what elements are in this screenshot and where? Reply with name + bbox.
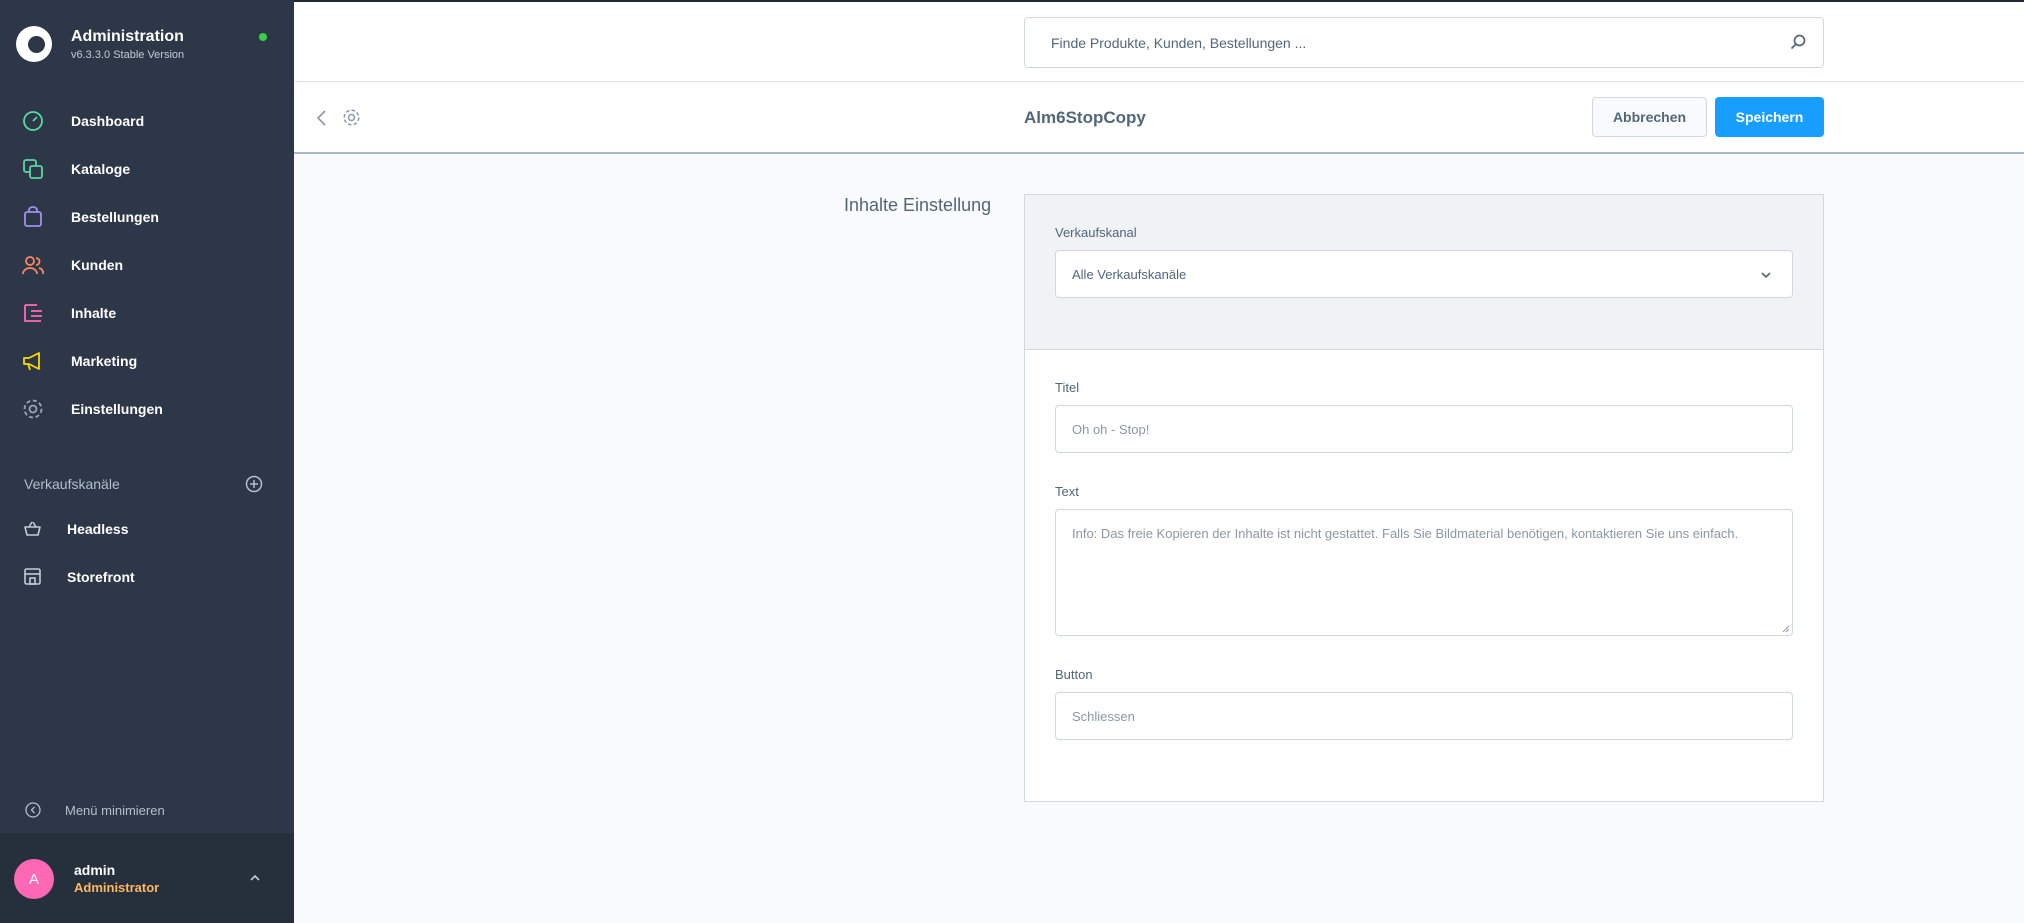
- resize-handle-icon[interactable]: [1782, 625, 1790, 633]
- text-field-label: Text: [1055, 484, 1079, 499]
- nav-item-dashboard[interactable]: Dashboard: [0, 97, 294, 145]
- save-button[interactable]: Speichern: [1715, 97, 1824, 137]
- customers-icon: [22, 256, 44, 275]
- user-name: admin: [74, 862, 116, 878]
- sales-channel-headless[interactable]: Headless: [0, 505, 294, 553]
- sales-channel-section: Verkaufskanal Alle Verkaufskanäle: [1025, 195, 1823, 350]
- nav-item-bestellungen[interactable]: Bestellungen: [0, 193, 294, 241]
- nav-item-inhalte[interactable]: Inhalte: [0, 289, 294, 337]
- chevron-down-icon: [1761, 272, 1771, 279]
- nav-item-marketing[interactable]: Marketing: [0, 337, 294, 385]
- button-text-field[interactable]: Schliessen: [1055, 692, 1793, 740]
- shopware-logo[interactable]: [16, 26, 52, 62]
- nav-label-marketing: Marketing: [71, 353, 138, 369]
- nav-label-bestellungen: Bestellungen: [71, 209, 159, 225]
- top-bar: Finde Produkte, Kunden, Bestellungen ...: [294, 0, 2024, 82]
- sales-channel-storefront[interactable]: Storefront: [0, 553, 294, 601]
- search-input[interactable]: Finde Produkte, Kunden, Bestellungen ...: [1024, 17, 1824, 68]
- page-title: Alm6StopCopy: [1024, 108, 1146, 127]
- smart-bar: Alm6StopCopy Abbrechen Speichern: [294, 82, 2024, 154]
- sales-channel-select[interactable]: Alle Verkaufskanäle: [1055, 250, 1793, 298]
- nav-item-kataloge[interactable]: Kataloge: [0, 145, 294, 193]
- storefront-icon: [24, 568, 41, 585]
- nav-label-dashboard: Dashboard: [71, 113, 145, 129]
- sidebar: Administration v6.3.3.0 Stable Version D…: [0, 0, 294, 923]
- app-title: Administration: [71, 28, 184, 45]
- sales-channel-label: Verkaufskanal: [1055, 225, 1137, 240]
- content-icon: [24, 304, 42, 322]
- nav-item-einstellungen[interactable]: Einstellungen: [0, 385, 294, 433]
- sidebar-header: Administration v6.3.3.0 Stable Version: [0, 0, 294, 95]
- back-arrow-icon[interactable]: [314, 109, 330, 127]
- minimize-menu-button[interactable]: Menü minimieren: [0, 796, 294, 824]
- orders-icon: [24, 206, 42, 227]
- nav-label-kataloge: Kataloge: [71, 161, 131, 177]
- button-placeholder: Schliessen: [1072, 709, 1135, 724]
- button-field-label: Button: [1055, 667, 1093, 682]
- title-field-label: Titel: [1055, 380, 1080, 395]
- catalog-icon: [23, 159, 43, 179]
- cancel-button[interactable]: Abbrechen: [1592, 97, 1707, 137]
- text-placeholder: Info: Das freie Kopieren der Inhalte ist…: [1072, 526, 1739, 541]
- basket-icon: [24, 521, 41, 536]
- sales-channel-label: Storefront: [67, 569, 135, 585]
- title-placeholder: Oh oh - Stop!: [1072, 422, 1150, 437]
- sales-channel-label: Headless: [67, 521, 129, 537]
- app-version: v6.3.3.0 Stable Version: [71, 49, 185, 61]
- online-status-indicator: [259, 33, 267, 41]
- settings-icon: [23, 399, 43, 419]
- search-placeholder: Finde Produkte, Kunden, Bestellungen ...: [1051, 35, 1307, 51]
- nav-label-inhalte: Inhalte: [71, 305, 117, 321]
- sales-channel-value: Alle Verkaufskanäle: [1072, 267, 1187, 282]
- chevron-up-icon[interactable]: [248, 871, 262, 885]
- marketing-icon: [23, 352, 40, 371]
- title-field[interactable]: Oh oh - Stop!: [1055, 405, 1793, 453]
- nav-item-kunden[interactable]: Kunden: [0, 241, 294, 289]
- sales-channels-title: Verkaufskanäle: [24, 476, 120, 492]
- add-sales-channel-icon[interactable]: [245, 475, 263, 493]
- text-field[interactable]: Info: Das freie Kopieren der Inhalte ist…: [1055, 509, 1793, 636]
- search-icon[interactable]: [1789, 33, 1807, 51]
- minimize-menu-label: Menü minimieren: [65, 803, 165, 818]
- user-role: Administrator: [74, 880, 160, 895]
- settings-card: Verkaufskanal Alle Verkaufskanäle Titel …: [1024, 194, 1824, 802]
- card-title: Inhalte Einstellung: [844, 195, 992, 215]
- gear-icon[interactable]: [342, 108, 361, 127]
- nav-label-einstellungen: Einstellungen: [71, 401, 163, 417]
- nav-label-kunden: Kunden: [71, 257, 124, 273]
- chevron-left-circle-icon: [25, 802, 41, 818]
- user-profile[interactable]: A admin Administrator: [0, 833, 294, 923]
- dashboard-icon: [23, 111, 43, 131]
- avatar: A: [14, 859, 54, 899]
